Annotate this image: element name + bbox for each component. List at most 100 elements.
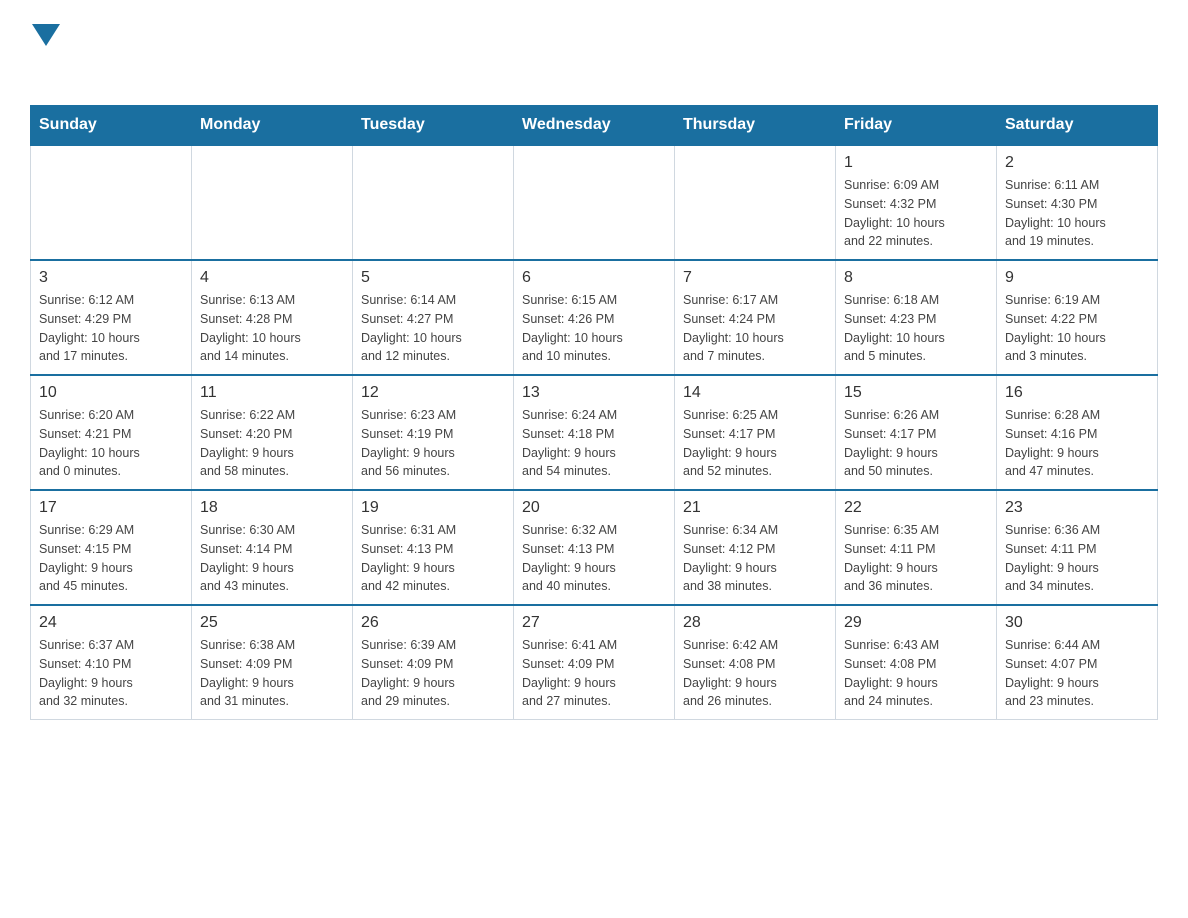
calendar-cell: 11 Sunrise: 6:22 AMSunset: 4:20 PMDayligh…: [192, 375, 353, 490]
day-info: Sunrise: 6:41 AMSunset: 4:09 PMDaylight:…: [522, 636, 666, 711]
calendar-week-1: 1 Sunrise: 6:09 AMSunset: 4:32 PMDaylight…: [31, 145, 1158, 260]
calendar-cell: 7 Sunrise: 6:17 AMSunset: 4:24 PMDaylight…: [675, 260, 836, 375]
day-info: Sunrise: 6:13 AMSunset: 4:28 PMDaylight:…: [200, 291, 344, 366]
day-info: Sunrise: 6:44 AMSunset: 4:07 PMDaylight:…: [1005, 636, 1149, 711]
calendar-cell: [514, 145, 675, 260]
calendar-cell: [192, 145, 353, 260]
weekday-header-friday: Friday: [836, 106, 997, 146]
calendar-cell: 16 Sunrise: 6:28 AMSunset: 4:16 PMDayligh…: [997, 375, 1158, 490]
weekday-header-sunday: Sunday: [31, 106, 192, 146]
day-number: 8: [844, 269, 988, 287]
day-info: Sunrise: 6:37 AMSunset: 4:10 PMDaylight:…: [39, 636, 183, 711]
calendar-cell: 18 Sunrise: 6:30 AMSunset: 4:14 PMDayligh…: [192, 490, 353, 605]
day-info: Sunrise: 6:36 AMSunset: 4:11 PMDaylight:…: [1005, 521, 1149, 596]
day-number: 18: [200, 499, 344, 517]
calendar-table: SundayMondayTuesdayWednesdayThursdayFrid…: [30, 105, 1158, 720]
day-number: 2: [1005, 154, 1149, 172]
calendar-cell: [31, 145, 192, 260]
day-number: 1: [844, 154, 988, 172]
day-info: Sunrise: 6:20 AMSunset: 4:21 PMDaylight:…: [39, 406, 183, 481]
calendar-cell: 5 Sunrise: 6:14 AMSunset: 4:27 PMDaylight…: [353, 260, 514, 375]
calendar-week-3: 10 Sunrise: 6:20 AMSunset: 4:21 PMDayligh…: [31, 375, 1158, 490]
calendar-cell: 22Sunrise: 6:35 AMSunset: 4:11 PMDayligh…: [836, 490, 997, 605]
logo: [30, 20, 70, 89]
day-number: 16: [1005, 384, 1149, 402]
calendar-cell: 13 Sunrise: 6:24 AMSunset: 4:18 PMDayligh…: [514, 375, 675, 490]
day-info: Sunrise: 6:26 AMSunset: 4:17 PMDaylight:…: [844, 406, 988, 481]
calendar-cell: 28Sunrise: 6:42 AMSunset: 4:08 PMDayligh…: [675, 605, 836, 720]
logo-arrow-icon: [32, 24, 60, 52]
day-info: Sunrise: 6:09 AMSunset: 4:32 PMDaylight:…: [844, 176, 988, 251]
calendar-cell: 27 Sunrise: 6:41 AMSunset: 4:09 PMDayligh…: [514, 605, 675, 720]
day-number: 21: [683, 499, 827, 517]
calendar-cell: 30 Sunrise: 6:44 AMSunset: 4:07 PMDayligh…: [997, 605, 1158, 720]
day-info: Sunrise: 6:15 AMSunset: 4:26 PMDaylight:…: [522, 291, 666, 366]
day-number: 15: [844, 384, 988, 402]
calendar-cell: 3 Sunrise: 6:12 AMSunset: 4:29 PMDaylight…: [31, 260, 192, 375]
day-info: Sunrise: 6:18 AMSunset: 4:23 PMDaylight:…: [844, 291, 988, 366]
day-number: 29: [844, 614, 988, 632]
calendar-cell: 25Sunrise: 6:38 AMSunset: 4:09 PMDayligh…: [192, 605, 353, 720]
day-number: 10: [39, 384, 183, 402]
calendar-week-4: 17 Sunrise: 6:29 AMSunset: 4:15 PMDayligh…: [31, 490, 1158, 605]
page-header: [30, 20, 1158, 89]
day-number: 11: [200, 384, 344, 402]
day-number: 26: [361, 614, 505, 632]
calendar-cell: 15 Sunrise: 6:26 AMSunset: 4:17 PMDayligh…: [836, 375, 997, 490]
day-number: 27: [522, 614, 666, 632]
weekday-header-saturday: Saturday: [997, 106, 1158, 146]
calendar-cell: 1 Sunrise: 6:09 AMSunset: 4:32 PMDaylight…: [836, 145, 997, 260]
calendar-cell: 24 Sunrise: 6:37 AMSunset: 4:10 PMDayligh…: [31, 605, 192, 720]
calendar-cell: 23 Sunrise: 6:36 AMSunset: 4:11 PMDayligh…: [997, 490, 1158, 605]
calendar-cell: 9 Sunrise: 6:19 AMSunset: 4:22 PMDaylight…: [997, 260, 1158, 375]
day-number: 30: [1005, 614, 1149, 632]
day-info: Sunrise: 6:38 AMSunset: 4:09 PMDaylight:…: [200, 636, 344, 711]
day-number: 7: [683, 269, 827, 287]
calendar-cell: [353, 145, 514, 260]
weekday-header-thursday: Thursday: [675, 106, 836, 146]
calendar-cell: 26 Sunrise: 6:39 AMSunset: 4:09 PMDayligh…: [353, 605, 514, 720]
day-info: Sunrise: 6:39 AMSunset: 4:09 PMDaylight:…: [361, 636, 505, 711]
calendar-cell: 10 Sunrise: 6:20 AMSunset: 4:21 PMDayligh…: [31, 375, 192, 490]
day-info: Sunrise: 6:14 AMSunset: 4:27 PMDaylight:…: [361, 291, 505, 366]
day-number: 24: [39, 614, 183, 632]
day-number: 9: [1005, 269, 1149, 287]
day-info: Sunrise: 6:23 AMSunset: 4:19 PMDaylight:…: [361, 406, 505, 481]
day-number: 19: [361, 499, 505, 517]
calendar-cell: [675, 145, 836, 260]
day-info: Sunrise: 6:35 AMSunset: 4:11 PMDaylight:…: [844, 521, 988, 596]
day-info: Sunrise: 6:29 AMSunset: 4:15 PMDaylight:…: [39, 521, 183, 596]
calendar-cell: 8 Sunrise: 6:18 AMSunset: 4:23 PMDaylight…: [836, 260, 997, 375]
day-info: Sunrise: 6:12 AMSunset: 4:29 PMDaylight:…: [39, 291, 183, 366]
day-info: Sunrise: 6:30 AMSunset: 4:14 PMDaylight:…: [200, 521, 344, 596]
weekday-header-tuesday: Tuesday: [353, 106, 514, 146]
day-number: 5: [361, 269, 505, 287]
day-number: 12: [361, 384, 505, 402]
calendar-cell: 4Sunrise: 6:13 AMSunset: 4:28 PMDaylight…: [192, 260, 353, 375]
day-info: Sunrise: 6:34 AMSunset: 4:12 PMDaylight:…: [683, 521, 827, 596]
calendar-cell: 12 Sunrise: 6:23 AMSunset: 4:19 PMDayligh…: [353, 375, 514, 490]
day-info: Sunrise: 6:22 AMSunset: 4:20 PMDaylight:…: [200, 406, 344, 481]
day-info: Sunrise: 6:43 AMSunset: 4:08 PMDaylight:…: [844, 636, 988, 711]
day-info: Sunrise: 6:32 AMSunset: 4:13 PMDaylight:…: [522, 521, 666, 596]
day-number: 3: [39, 269, 183, 287]
day-number: 14: [683, 384, 827, 402]
calendar-cell: 19 Sunrise: 6:31 AMSunset: 4:13 PMDayligh…: [353, 490, 514, 605]
day-number: 23: [1005, 499, 1149, 517]
day-info: Sunrise: 6:24 AMSunset: 4:18 PMDaylight:…: [522, 406, 666, 481]
day-info: Sunrise: 6:25 AMSunset: 4:17 PMDaylight:…: [683, 406, 827, 481]
day-number: 13: [522, 384, 666, 402]
day-number: 17: [39, 499, 183, 517]
day-info: Sunrise: 6:19 AMSunset: 4:22 PMDaylight:…: [1005, 291, 1149, 366]
calendar-cell: 21 Sunrise: 6:34 AMSunset: 4:12 PMDayligh…: [675, 490, 836, 605]
day-info: Sunrise: 6:28 AMSunset: 4:16 PMDaylight:…: [1005, 406, 1149, 481]
day-number: 28: [683, 614, 827, 632]
weekday-header-row: SundayMondayTuesdayWednesdayThursdayFrid…: [31, 106, 1158, 146]
day-info: Sunrise: 6:31 AMSunset: 4:13 PMDaylight:…: [361, 521, 505, 596]
day-number: 6: [522, 269, 666, 287]
day-number: 20: [522, 499, 666, 517]
day-info: Sunrise: 6:17 AMSunset: 4:24 PMDaylight:…: [683, 291, 827, 366]
calendar-cell: 6 Sunrise: 6:15 AMSunset: 4:26 PMDaylight…: [514, 260, 675, 375]
calendar-week-5: 24 Sunrise: 6:37 AMSunset: 4:10 PMDayligh…: [31, 605, 1158, 720]
calendar-cell: 29 Sunrise: 6:43 AMSunset: 4:08 PMDayligh…: [836, 605, 997, 720]
